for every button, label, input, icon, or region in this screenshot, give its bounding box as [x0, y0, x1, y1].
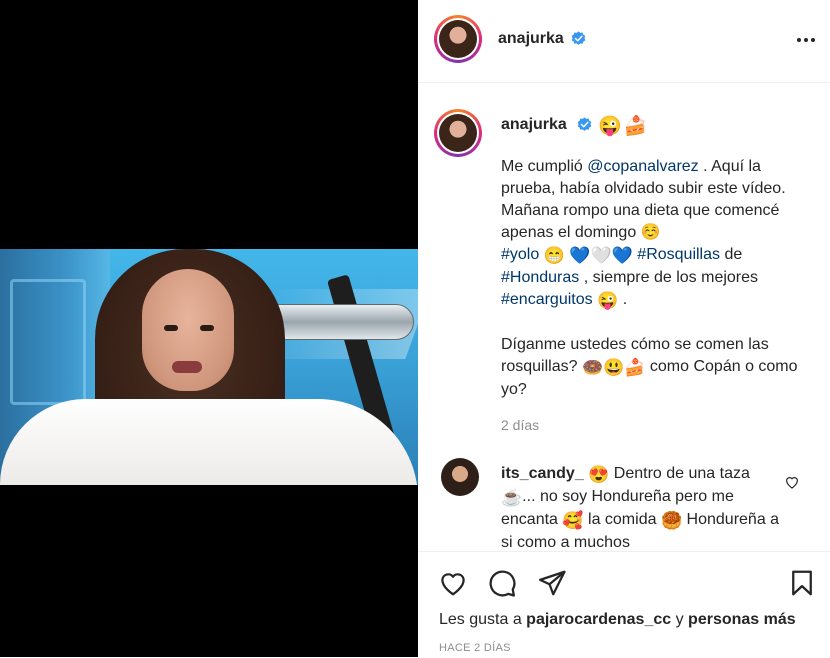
caption-paragraph-1: Me cumplió @copanalvarez . Aquí la prueb… — [501, 156, 811, 312]
likes-summary: Les gusta a pajarocardenas_cc y personas… — [439, 611, 796, 629]
comment-item: its_candy_ 😍 Dentro de una taza ☕... no … — [501, 463, 781, 551]
verified-badge-icon — [577, 117, 592, 131]
likes-others-link[interactable]: personas más — [688, 611, 796, 628]
post-video[interactable] — [0, 249, 418, 485]
food-emojis: 🍩😃🍰 — [581, 358, 646, 377]
caption-author-avatar[interactable] — [434, 109, 482, 157]
caption-paragraph-2: Díganme ustedes cómo se comen las rosqui… — [501, 334, 811, 401]
likes-middle: y — [671, 611, 689, 628]
author-avatar[interactable] — [434, 15, 482, 63]
author-avatar-border — [437, 18, 479, 60]
caption-text-segment: , siempre de los mejores — [579, 269, 759, 286]
video-background-panel — [10, 279, 86, 405]
author-username[interactable]: anajurka — [498, 30, 564, 48]
comment-username[interactable]: its_candy_ — [501, 465, 584, 482]
grin-emoji: 😁 — [543, 246, 565, 265]
caption-timestamp[interactable]: 2 días — [501, 417, 539, 433]
hashtag-link-honduras[interactable]: #Honduras — [501, 269, 579, 286]
verified-badge-icon — [571, 31, 586, 45]
mention-link[interactable]: @copanalvarez — [587, 158, 698, 175]
video-person-mouth — [172, 361, 202, 373]
post-media[interactable] — [0, 0, 418, 657]
comment-bubble-icon[interactable] — [487, 568, 517, 598]
post-actions-bar: Les gusta a pajarocardenas_cc y personas… — [418, 551, 830, 658]
author-avatar-image — [439, 20, 477, 58]
paper-plane-icon[interactable] — [537, 568, 567, 598]
more-options-dot — [811, 38, 815, 42]
likes-prefix: Les gusta a — [439, 611, 527, 628]
hashtag-link-yolo[interactable]: #yolo — [501, 246, 539, 263]
caption-avatar-border — [437, 112, 479, 154]
caption-text: Me cumplió @copanalvarez . Aquí la prueb… — [501, 156, 811, 401]
comment-like-heart-icon[interactable] — [784, 474, 800, 490]
video-person-face — [142, 269, 234, 391]
post-header: anajurka — [418, 0, 830, 83]
caption-text-segment: . — [618, 291, 628, 308]
video-person-eye — [200, 325, 214, 331]
post-side-panel: anajurka anajurka 😜🍰 Me cumplió @copanal… — [418, 0, 830, 657]
post-date[interactable]: HACE 2 DÍAS — [439, 642, 511, 654]
caption-header-emojis: 😜🍰 — [598, 116, 650, 137]
wink-tongue-emoji: 😜 — [597, 291, 619, 310]
likes-user-link[interactable]: pajarocardenas_cc — [526, 611, 671, 628]
coffee-emoji: ☕ — [501, 488, 523, 507]
caption-text-segment: de — [720, 246, 743, 263]
video-person-eye — [164, 325, 178, 331]
pastry-emoji: 🥮 — [660, 511, 683, 530]
comment-text-segment: la comida — [583, 511, 661, 528]
caption-text-segment: Me cumplió — [501, 158, 588, 175]
comment-text-segment: Dentro de una taza — [609, 465, 750, 482]
hearts-emoji: 💙🤍💙 — [569, 246, 633, 265]
heart-eyes-emoji: 😍 — [588, 465, 610, 484]
heart-icon[interactable] — [438, 568, 468, 598]
comments-scroll-area[interactable]: anajurka 😜🍰 Me cumplió @copanalvarez . A… — [418, 83, 830, 551]
hashtag-link-encarguitos[interactable]: #encarguitos — [501, 291, 593, 308]
more-options-icon — [797, 38, 801, 42]
video-person-shirt — [0, 399, 418, 485]
smiling-hearts-emoji: 🥰 — [562, 511, 584, 530]
hashtag-link-rosquillas[interactable]: #Rosquillas — [637, 246, 720, 263]
commenter-avatar[interactable] — [441, 458, 479, 496]
caption-username[interactable]: anajurka — [501, 116, 567, 134]
caption-avatar-image — [439, 114, 477, 152]
more-options-dot — [804, 38, 808, 42]
more-options-button[interactable] — [794, 28, 818, 52]
bookmark-icon[interactable] — [787, 568, 817, 598]
